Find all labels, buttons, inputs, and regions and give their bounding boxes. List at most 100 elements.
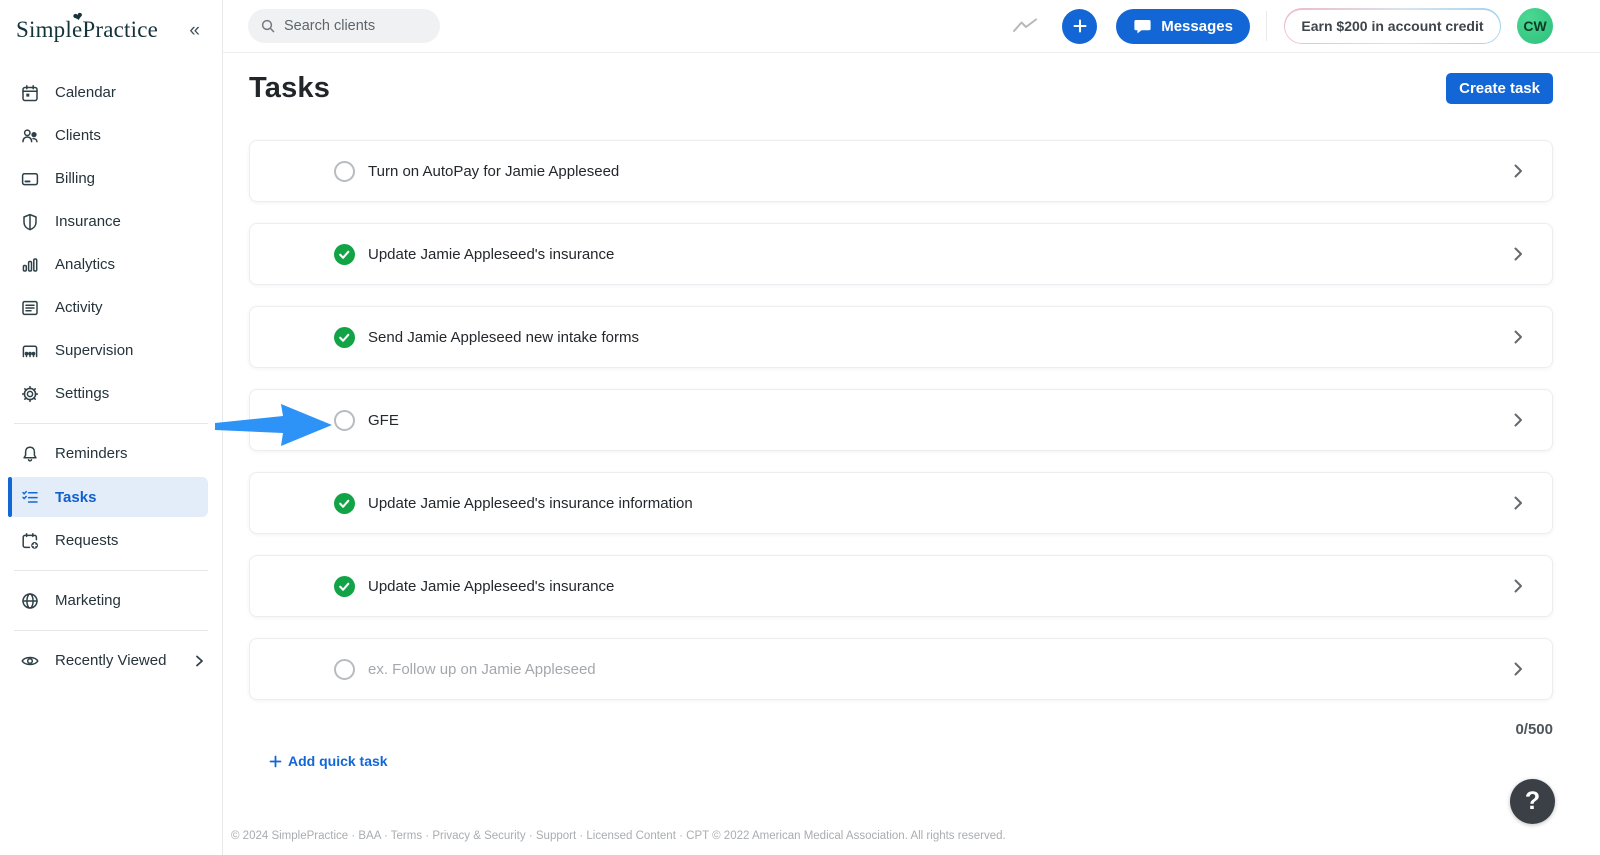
footer-segment: CPT © 2022 American Medical Association.… bbox=[686, 830, 1006, 842]
task-label: Update Jamie Appleseed's insurance infor… bbox=[368, 494, 693, 512]
analytics-bars-icon bbox=[20, 255, 40, 275]
sidebar-item-supervision[interactable]: Supervision bbox=[0, 329, 222, 372]
sidebar-item-activity[interactable]: Activity bbox=[0, 286, 222, 329]
clients-icon bbox=[20, 126, 40, 146]
task-row[interactable]: Update Jamie Appleseed's insurance infor… bbox=[249, 472, 1553, 534]
sidebar-item-label: Supervision bbox=[55, 342, 134, 359]
app-root: SimplePractice ❤ « Calendar Clients Bill… bbox=[0, 0, 1600, 855]
task-row[interactable]: Send Jamie Appleseed new intake forms bbox=[249, 306, 1553, 368]
task-row[interactable] bbox=[249, 638, 1553, 700]
sidebar-item-recently-viewed[interactable]: Recently Viewed bbox=[0, 639, 222, 682]
messages-label: Messages bbox=[1161, 17, 1233, 35]
task-checkbox[interactable] bbox=[334, 658, 355, 680]
sidebar-collapse-button[interactable]: « bbox=[189, 21, 200, 40]
chevron-right-icon bbox=[192, 654, 206, 668]
earn-credit-label: Earn $200 in account credit bbox=[1285, 9, 1500, 43]
sidebar-item-tasks[interactable]: Tasks bbox=[8, 477, 208, 517]
add-quick-task-label: Add quick task bbox=[288, 753, 388, 769]
footer-link[interactable]: Support bbox=[536, 830, 576, 842]
help-button[interactable]: ? bbox=[1510, 779, 1555, 824]
plus-icon bbox=[1072, 18, 1088, 34]
task-row[interactable]: Turn on AutoPay for Jamie Appleseed bbox=[249, 140, 1553, 202]
sidebar-divider bbox=[14, 570, 208, 571]
task-checkbox[interactable] bbox=[334, 409, 355, 431]
tasks-checklist-icon bbox=[20, 487, 40, 507]
trend-sparkline-icon bbox=[1012, 17, 1038, 35]
sidebar-item-requests[interactable]: Requests bbox=[0, 519, 222, 562]
footer-link[interactable]: BAA bbox=[358, 830, 380, 842]
task-row[interactable]: GFE bbox=[249, 389, 1553, 451]
char-counter: 0/500 bbox=[1515, 721, 1553, 738]
chevron-right-icon[interactable] bbox=[1510, 661, 1526, 677]
sidebar-item-label: Requests bbox=[55, 532, 119, 549]
sidebar-divider bbox=[14, 423, 208, 424]
task-row[interactable]: Update Jamie Appleseed's insurance bbox=[249, 555, 1553, 617]
task-done-icon[interactable] bbox=[334, 243, 355, 265]
footer-link[interactable]: Privacy & Security bbox=[432, 830, 525, 842]
insurance-shield-icon bbox=[20, 212, 40, 232]
topbar-divider bbox=[1265, 11, 1267, 41]
task-label: GFE bbox=[368, 411, 399, 429]
sidebar-item-label: Reminders bbox=[55, 445, 128, 462]
search-icon bbox=[260, 18, 276, 34]
task-done-icon[interactable] bbox=[334, 492, 355, 514]
globe-icon bbox=[20, 591, 40, 611]
footer-segment: © 2024 SimplePractice bbox=[231, 830, 349, 842]
sidebar: SimplePractice ❤ « Calendar Clients Bill… bbox=[0, 0, 223, 855]
sidebar-item-label: Activity bbox=[55, 299, 103, 316]
create-new-button[interactable] bbox=[1062, 8, 1098, 44]
page-title: Tasks bbox=[249, 72, 331, 104]
earn-credit-button[interactable]: Earn $200 in account credit bbox=[1283, 8, 1501, 44]
task-label: Update Jamie Appleseed's insurance bbox=[368, 245, 615, 263]
footer-link[interactable]: Licensed Content bbox=[586, 830, 676, 842]
sidebar-item-reminders[interactable]: Reminders bbox=[0, 432, 222, 475]
calendar-plus-icon bbox=[20, 531, 40, 551]
task-checkbox[interactable] bbox=[334, 160, 355, 182]
bell-icon bbox=[20, 444, 40, 464]
sidebar-item-label: Marketing bbox=[55, 592, 121, 609]
sidebar-item-label: Calendar bbox=[55, 84, 116, 101]
task-row[interactable]: Update Jamie Appleseed's insurance bbox=[249, 223, 1553, 285]
sidebar-item-label: Settings bbox=[55, 385, 110, 402]
footer-link[interactable]: Terms bbox=[391, 830, 422, 842]
main-area: Messages Earn $200 in account credit CW … bbox=[223, 0, 1600, 855]
sidebar-item-settings[interactable]: Settings bbox=[0, 372, 222, 415]
chat-bubble-icon bbox=[1133, 18, 1152, 35]
sidebar-item-clients[interactable]: Clients bbox=[0, 114, 222, 157]
content: Tasks Create task Turn on AutoPay for Ja… bbox=[223, 53, 1600, 855]
eye-icon bbox=[20, 651, 40, 671]
sidebar-item-label: Tasks bbox=[55, 488, 97, 506]
client-search[interactable] bbox=[248, 9, 440, 43]
chevron-right-icon[interactable] bbox=[1510, 578, 1526, 594]
chevron-right-icon[interactable] bbox=[1510, 329, 1526, 345]
messages-button[interactable]: Messages bbox=[1116, 8, 1250, 44]
billing-card-icon bbox=[20, 169, 40, 189]
footer-text: © 2024 SimplePractice · BAA · Terms · Pr… bbox=[231, 830, 1006, 842]
task-done-icon[interactable] bbox=[334, 575, 355, 597]
sidebar-item-label: Clients bbox=[55, 127, 101, 144]
task-done-icon[interactable] bbox=[334, 326, 355, 348]
sidebar-item-label: Recently Viewed bbox=[55, 652, 167, 669]
topbar: Messages Earn $200 in account credit CW bbox=[223, 0, 1600, 53]
avatar[interactable]: CW bbox=[1517, 8, 1553, 44]
sidebar-item-insurance[interactable]: Insurance bbox=[0, 200, 222, 243]
create-task-button[interactable]: Create task bbox=[1446, 72, 1553, 104]
settings-gear-icon bbox=[20, 384, 40, 404]
sidebar-item-marketing[interactable]: Marketing bbox=[0, 579, 222, 622]
quick-task-input[interactable] bbox=[368, 660, 868, 678]
chevron-right-icon[interactable] bbox=[1510, 412, 1526, 428]
sidebar-item-billing[interactable]: Billing bbox=[0, 157, 222, 200]
search-input[interactable] bbox=[284, 18, 424, 34]
add-quick-task-button[interactable]: Add quick task bbox=[269, 753, 388, 769]
sidebar-divider bbox=[14, 630, 208, 631]
sidebar-item-calendar[interactable]: Calendar bbox=[0, 71, 222, 114]
sidebar-nav: Calendar Clients Billing Insurance Analy… bbox=[0, 57, 222, 682]
chevron-right-icon[interactable] bbox=[1510, 246, 1526, 262]
task-list: Turn on AutoPay for Jamie Appleseed Upda… bbox=[249, 140, 1553, 700]
sidebar-item-analytics[interactable]: Analytics bbox=[0, 243, 222, 286]
task-label: Send Jamie Appleseed new intake forms bbox=[368, 328, 639, 346]
chevron-right-icon[interactable] bbox=[1510, 163, 1526, 179]
chevron-right-icon[interactable] bbox=[1510, 495, 1526, 511]
calendar-icon bbox=[20, 83, 40, 103]
sidebar-item-label: Billing bbox=[55, 170, 96, 187]
